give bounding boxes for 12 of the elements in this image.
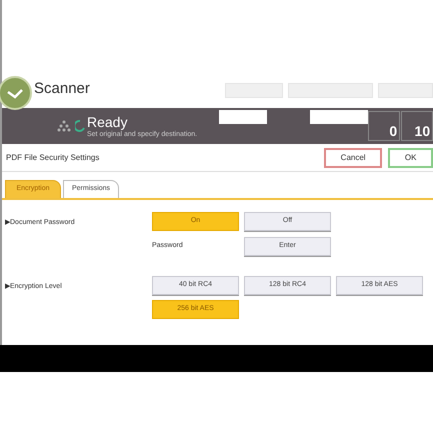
counter-value: 0 (368, 111, 400, 141)
app-title: Scanner (34, 78, 90, 99)
status-title: Ready (87, 114, 128, 128)
network-icon (57, 120, 71, 132)
counter-value: 10 (401, 111, 433, 141)
blank-field (219, 110, 268, 124)
ok-button[interactable]: OK (388, 148, 433, 168)
blank-field (310, 110, 368, 124)
scanner-logo-icon (0, 76, 32, 110)
ready-indicator-icon (75, 119, 85, 133)
cancel-button[interactable]: Cancel (324, 148, 382, 168)
dialog-title: PDF File Security Settings (6, 152, 100, 164)
